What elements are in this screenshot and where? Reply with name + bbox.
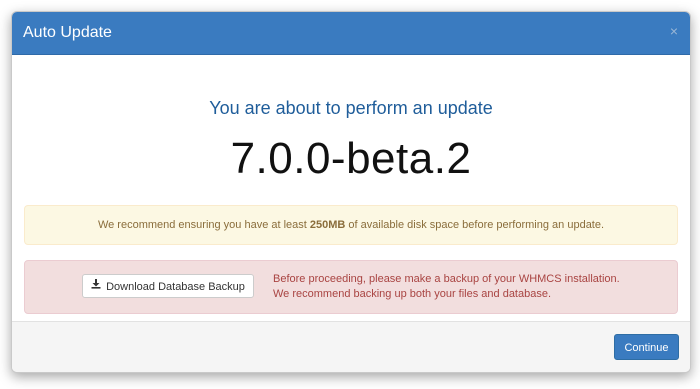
modal-footer: Continue [12,321,690,372]
download-database-backup-button[interactable]: Download Database Backup [82,274,254,298]
version-number: 7.0.0-beta.2 [230,134,472,183]
update-intro-text: You are about to perform an update [209,98,493,118]
modal-title: Auto Update [23,24,112,41]
backup-message: Before proceeding, please make a backup … [273,272,620,302]
backup-message-line-1: Before proceeding, please make a backup … [273,273,620,285]
continue-button[interactable]: Continue [614,334,679,360]
close-icon[interactable]: × [670,23,678,39]
disk-space-warning: We recommend ensuring you have at least … [24,205,678,245]
download-button-label: Download Database Backup [106,281,245,293]
modal-body: You are about to perform an update 7.0.0… [12,55,690,321]
warning-text-suffix: of available disk space before performin… [345,219,605,231]
modal-header: Auto Update × [12,12,690,55]
warning-disk-size: 250MB [309,219,346,231]
backup-message-line-2: We recommend backing up both your files … [273,288,552,300]
auto-update-modal: Auto Update × You are about to perform a… [11,11,691,373]
download-icon [91,274,101,298]
warning-text-prefix: We recommend ensuring you have at least [97,219,310,231]
backup-alert: Download Database Backup Before proceedi… [24,260,678,314]
